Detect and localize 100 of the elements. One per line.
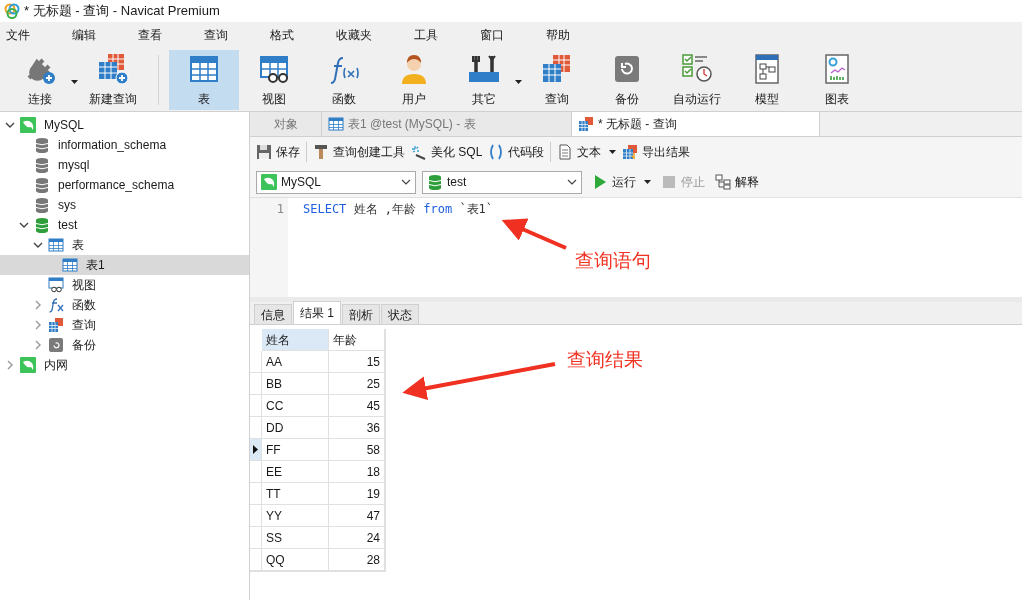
table-cell: 19 [329,483,385,505]
menu-item[interactable]: 帮助 [540,26,576,44]
document-tab[interactable]: 表1 @test (MySQL) - 表 [322,112,572,136]
database-icon [427,174,443,190]
dropdown-caret-icon [71,79,78,84]
document-tab[interactable]: 对象 [250,112,322,136]
run-control-button[interactable]: 解释 [715,173,759,191]
tree-item[interactable]: 查询 [0,315,249,335]
toolbar-button[interactable]: 表 [169,49,239,110]
query-toolbar-button[interactable]: 查询创建工具 [313,141,405,163]
chevron-down-icon [401,177,411,187]
database-icon [34,217,50,233]
current-row-icon [253,445,258,454]
query-icon [578,116,594,132]
result-tab[interactable]: 结果 1 [293,301,341,324]
toolbar-button[interactable]: 图表 [802,49,872,110]
table-cell: 47 [329,505,385,527]
tree-item[interactable]: 表 [0,235,249,255]
table-cell: TT [262,483,329,505]
toolbar-button[interactable]: 其它 [449,49,519,110]
line-number: 1 [276,201,284,218]
dropdown-caret-icon [609,150,617,154]
toolbar-button[interactable]: 查询 [522,49,592,110]
new-query-icon [96,51,130,86]
result-tab[interactable]: 信息 [254,304,292,324]
hammer-icon [313,144,329,160]
column-header[interactable]: 姓名 [262,329,329,351]
query-toolbar-button[interactable]: 保存 [256,141,300,163]
function-icon [48,297,64,313]
table-cell: 45 [329,395,385,417]
annotation-label: 查询结果 [567,348,643,372]
tree-item[interactable]: 表1 [0,255,249,275]
database-icon [34,157,50,173]
toolbar-button[interactable]: 用户 [379,49,449,110]
chevron-down-icon[interactable] [5,120,15,130]
table-cell: 58 [329,439,385,461]
stop-icon [661,174,677,190]
toolbar-button[interactable]: 自动运行 [662,49,732,110]
tree-item[interactable]: 内网 [0,355,249,375]
tree-item[interactable]: MySQL [0,115,249,135]
database-icon [34,137,50,153]
result-tab[interactable]: 剖析 [342,304,380,324]
chevron-right-icon[interactable] [5,360,15,370]
menu-item[interactable]: 窗口 [474,26,510,44]
toolbar-button[interactable]: 函数 [309,49,379,110]
menu-item[interactable]: 编辑 [66,26,102,44]
table-cell: 25 [329,373,385,395]
magic-wand-icon [411,144,427,160]
result-tab[interactable]: 状态 [381,304,419,324]
menu-item[interactable]: 查询 [198,26,234,44]
table-cell: EE [262,461,329,483]
column-header[interactable]: 年龄 [329,329,385,351]
query-toolbar-button[interactable]: 文本 [557,141,617,163]
table-icon [328,116,344,132]
connection-dropdown[interactable]: MySQL [256,170,416,194]
table-cell: CC [262,395,329,417]
database-icon [34,197,50,213]
table-cell: QQ [262,549,329,571]
table-glasses-icon [48,277,64,293]
table-cell: AA [262,351,329,373]
toolbar-button[interactable]: 新建查询 [78,49,148,110]
toolbar-button[interactable]: 视图 [239,49,309,110]
query-toolbar-button[interactable]: 代码段 [488,141,545,163]
tree-item[interactable]: 视图 [0,275,249,295]
document-tab[interactable]: * 无标题 - 查询 [572,112,820,136]
tree-item[interactable]: sys [0,195,249,215]
table-cell: YY [262,505,329,527]
table-cell: DD [262,417,329,439]
database-icon [34,177,50,193]
query-toolbar-button[interactable]: 美化 SQL [411,141,483,163]
table-cell: BB [262,373,329,395]
menu-item[interactable]: 格式 [264,26,300,44]
code-line: SELECT 姓名 ,年龄 from `表1` [303,201,494,218]
parentheses-icon [488,144,505,160]
tree-item[interactable]: test [0,215,249,235]
menu-item[interactable]: 查看 [132,26,168,44]
dolphin-icon [20,117,36,133]
table-cell: 36 [329,417,385,439]
run-control-button[interactable]: 运行 [592,173,651,191]
tree-item[interactable]: information_schema [0,135,249,155]
tree-item[interactable]: performance_schema [0,175,249,195]
tree-item[interactable]: mysql [0,155,249,175]
query-toolbar-button[interactable]: 导出结果 [622,141,691,163]
tree-item[interactable]: 函数 [0,295,249,315]
menu-item[interactable]: 收藏夹 [330,26,378,44]
toolbar-button[interactable]: 备份 [592,49,662,110]
table-cell: SS [262,527,329,549]
tree-item[interactable]: 备份 [0,335,249,355]
menu-item[interactable]: 工具 [408,26,444,44]
toolbar-button[interactable]: 连接 [5,49,75,110]
query-icon [48,317,64,333]
window-title: * 无标题 - 查询 - Navicat Premium [24,2,220,21]
toolbar-button[interactable]: 模型 [732,49,802,110]
chevron-down-icon [567,177,577,187]
backup-icon [48,337,64,353]
dolphin-icon [20,357,36,373]
database-dropdown[interactable]: test [422,170,582,194]
row-header[interactable] [250,439,262,461]
menu-item[interactable]: 文件 [0,26,36,44]
table-cell: 18 [329,461,385,483]
